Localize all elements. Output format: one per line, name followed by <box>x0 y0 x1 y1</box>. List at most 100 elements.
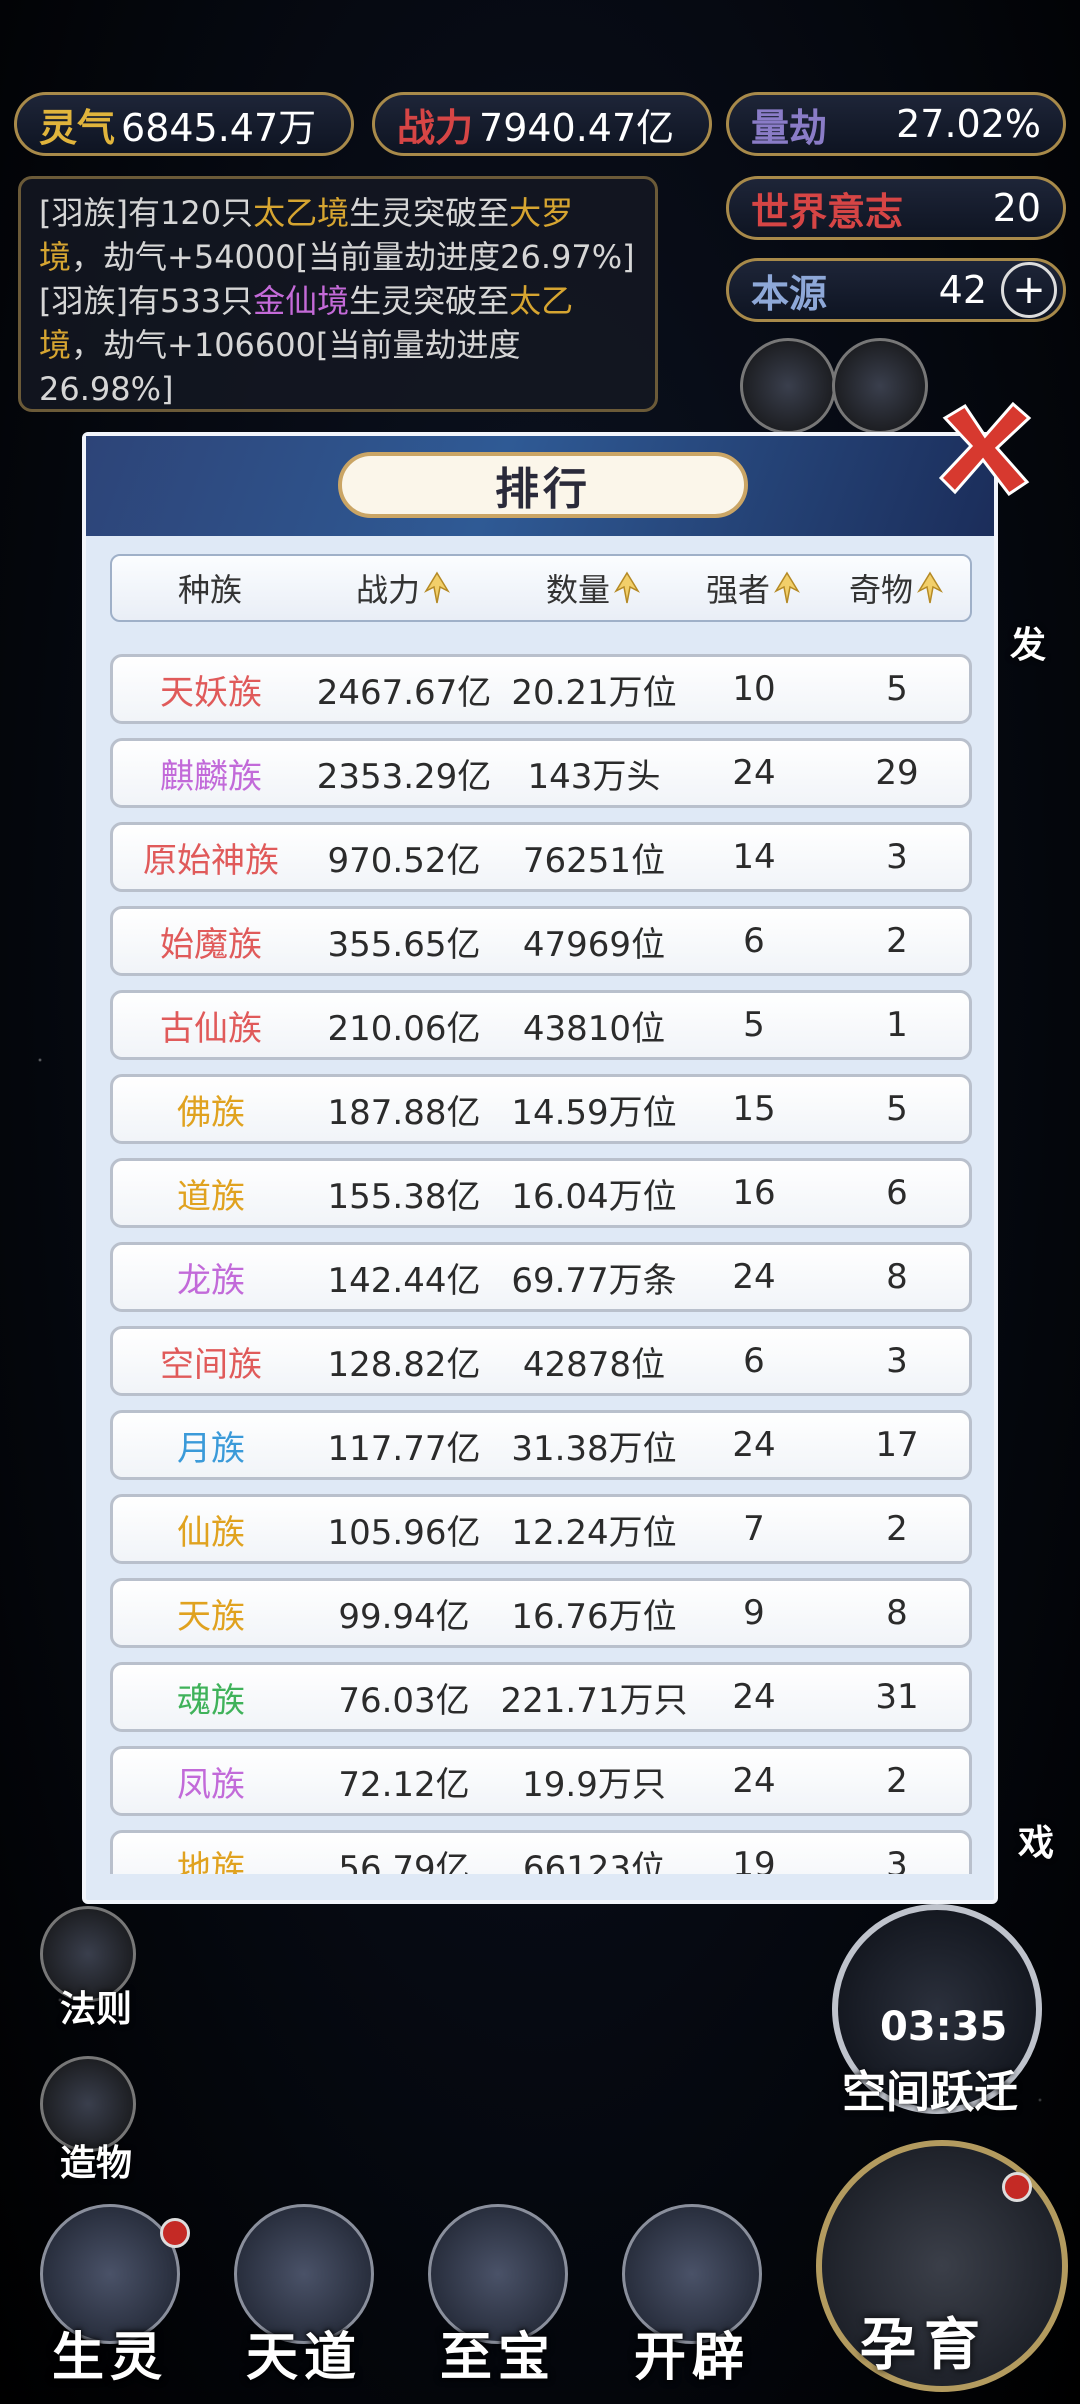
race-power: 142.44亿 <box>327 1260 481 1301</box>
race-name: 佛族 <box>177 1092 245 1133</box>
portal-icon[interactable] <box>832 338 928 434</box>
table-row[interactable]: 原始神族 970.52亿 76251位 14 3 <box>110 822 972 892</box>
race-power: 128.82亿 <box>327 1344 481 1385</box>
race-strong: 6 <box>743 921 765 961</box>
sort-arrow-icon <box>424 571 450 604</box>
race-items: 1 <box>886 1005 908 1045</box>
race-power: 970.52亿 <box>327 840 481 881</box>
table-row[interactable]: 古仙族 210.06亿 43810位 5 1 <box>110 990 972 1060</box>
race-items: 3 <box>886 1845 908 1874</box>
log-line-2: [羽族]有533只金仙境生灵突破至太乙境，劫气+106600[当前量劫进度26.… <box>39 282 574 408</box>
race-strong: 15 <box>732 1089 776 1129</box>
race-strong: 24 <box>732 1425 776 1465</box>
zhanli-value: 7940.47亿 <box>479 105 675 150</box>
race-count: 47969位 <box>522 924 666 965</box>
table-row[interactable]: 天族 99.94亿 16.76万位 9 8 <box>110 1578 972 1648</box>
add-icon[interactable]: + <box>1001 262 1057 318</box>
race-power: 99.94亿 <box>338 1596 470 1637</box>
race-strong: 10 <box>732 669 776 709</box>
race-name: 天妖族 <box>160 672 262 713</box>
nav-create-world[interactable]: 开辟 <box>602 2204 782 2404</box>
nav-label: 生灵 <box>51 2328 168 2388</box>
race-power: 72.12亿 <box>338 1764 470 1805</box>
sort-arrow-icon <box>917 571 943 604</box>
benyuan-stat[interactable]: 本源 42 + <box>726 258 1066 322</box>
zhanli-label: 战力 <box>397 105 474 150</box>
race-count: 16.76万位 <box>511 1596 677 1637</box>
table-row[interactable]: 佛族 187.88亿 14.59万位 15 5 <box>110 1074 972 1144</box>
nav-heaven[interactable]: 天道 <box>214 2204 394 2404</box>
law-label: 法则 <box>60 1989 133 2030</box>
race-count: 31.38万位 <box>511 1428 677 1469</box>
race-power: 355.65亿 <box>327 924 481 965</box>
race-items: 3 <box>886 837 908 877</box>
lingqi-stat[interactable]: 灵气 6845.47万 <box>14 92 354 156</box>
table-row[interactable]: 天妖族 2467.67亿 20.21万位 10 5 <box>110 654 972 724</box>
race-power: 210.06亿 <box>327 1008 481 1049</box>
table-row[interactable]: 仙族 105.96亿 12.24万位 7 2 <box>110 1494 972 1564</box>
table-header: 种族 战力 数量 强者 奇物 <box>110 554 972 622</box>
race-strong: 19 <box>732 1845 776 1874</box>
table-row[interactable]: 龙族 142.44亿 69.77万条 24 8 <box>110 1242 972 1312</box>
create-label: 造物 <box>60 2143 133 2184</box>
liangjie-value: 27.02% <box>896 102 1041 146</box>
race-items: 2 <box>886 921 908 961</box>
race-power: 76.03亿 <box>338 1680 470 1721</box>
nav-label: 天道 <box>245 2328 362 2388</box>
liangjie-stat[interactable]: 量劫 27.02% <box>726 92 1066 156</box>
header-count-sort[interactable]: 数量 <box>498 556 688 620</box>
ranking-list[interactable]: 天妖族 2467.67亿 20.21万位 10 5 麒麟族 2353.29亿 143万头 24 2… <box>110 654 972 1874</box>
table-row[interactable]: 魂族 76.03亿 221.71万只 24 31 <box>110 1662 972 1732</box>
race-power: 187.88亿 <box>327 1092 481 1133</box>
lingqi-value: 6845.47万 <box>121 105 317 150</box>
sort-arrow-icon <box>774 571 800 604</box>
table-row[interactable]: 麒麟族 2353.29亿 143万头 24 29 <box>110 738 972 808</box>
nav-creature[interactable]: 生灵 <box>20 2204 200 2404</box>
race-count: 42878位 <box>522 1344 666 1385</box>
race-name: 凤族 <box>177 1764 245 1805</box>
zhanli-stat[interactable]: 战力 7940.47亿 <box>372 92 712 156</box>
race-items: 8 <box>886 1593 908 1633</box>
race-name: 龙族 <box>177 1260 245 1301</box>
table-row[interactable]: 空间族 128.82亿 42878位 6 3 <box>110 1326 972 1396</box>
benyuan-label: 本源 <box>751 271 828 316</box>
table-row[interactable]: 凤族 72.12亿 19.9万只 24 2 <box>110 1746 972 1816</box>
race-count: 19.9万只 <box>522 1764 666 1805</box>
race-count: 69.77万条 <box>511 1260 677 1301</box>
header-race: 种族 <box>177 571 242 609</box>
shijie-label: 世界意志 <box>751 189 904 234</box>
nav-label: 开辟 <box>633 2328 750 2388</box>
shijie-value: 20 <box>992 186 1041 230</box>
race-items: 8 <box>886 1257 908 1297</box>
table-row[interactable]: 道族 155.38亿 16.04万位 16 6 <box>110 1158 972 1228</box>
close-icon[interactable] <box>935 398 1035 498</box>
race-strong: 7 <box>743 1509 765 1549</box>
side-label-partial: 发 <box>1010 625 1047 666</box>
race-power: 155.38亿 <box>327 1176 481 1217</box>
table-row[interactable]: 月族 117.77亿 31.38万位 24 17 <box>110 1410 972 1480</box>
race-count: 66123位 <box>522 1848 666 1875</box>
table-row[interactable]: 地族 56.79亿 66123位 19 3 <box>110 1830 972 1874</box>
race-count: 14.59万位 <box>511 1092 677 1133</box>
race-count: 76251位 <box>522 840 666 881</box>
ranking-dialog: 排行 种族 战力 数量 强者 奇物 天妖族 2467.67亿 20.21万位 10 5 麒… <box>82 432 998 1904</box>
header-power-sort[interactable]: 战力 <box>308 556 498 620</box>
lingqi-label: 灵气 <box>39 105 116 150</box>
race-power: 105.96亿 <box>327 1512 481 1553</box>
shijie-stat[interactable]: 世界意志 20 <box>726 176 1066 240</box>
bottom-nav: 生灵 天道 至宝 开辟 <box>0 2204 1080 2404</box>
race-name: 魂族 <box>177 1680 245 1721</box>
race-power: 2467.67亿 <box>316 672 492 713</box>
race-power: 2353.29亿 <box>316 756 492 797</box>
race-items: 29 <box>875 753 919 793</box>
header-strong-sort[interactable]: 强者 <box>688 556 818 620</box>
header-items-sort[interactable]: 奇物 <box>818 556 974 620</box>
event-log: [羽族]有120只太乙境生灵突破至大罗境，劫气+54000[当前量劫进度26.9… <box>18 176 658 412</box>
book-icon[interactable] <box>740 338 836 434</box>
race-items: 2 <box>886 1509 908 1549</box>
table-row[interactable]: 始魔族 355.65亿 47969位 6 2 <box>110 906 972 976</box>
nav-treasure[interactable]: 至宝 <box>408 2204 588 2404</box>
notification-dot <box>160 2218 190 2248</box>
race-items: 5 <box>886 669 908 709</box>
race-items: 5 <box>886 1089 908 1129</box>
